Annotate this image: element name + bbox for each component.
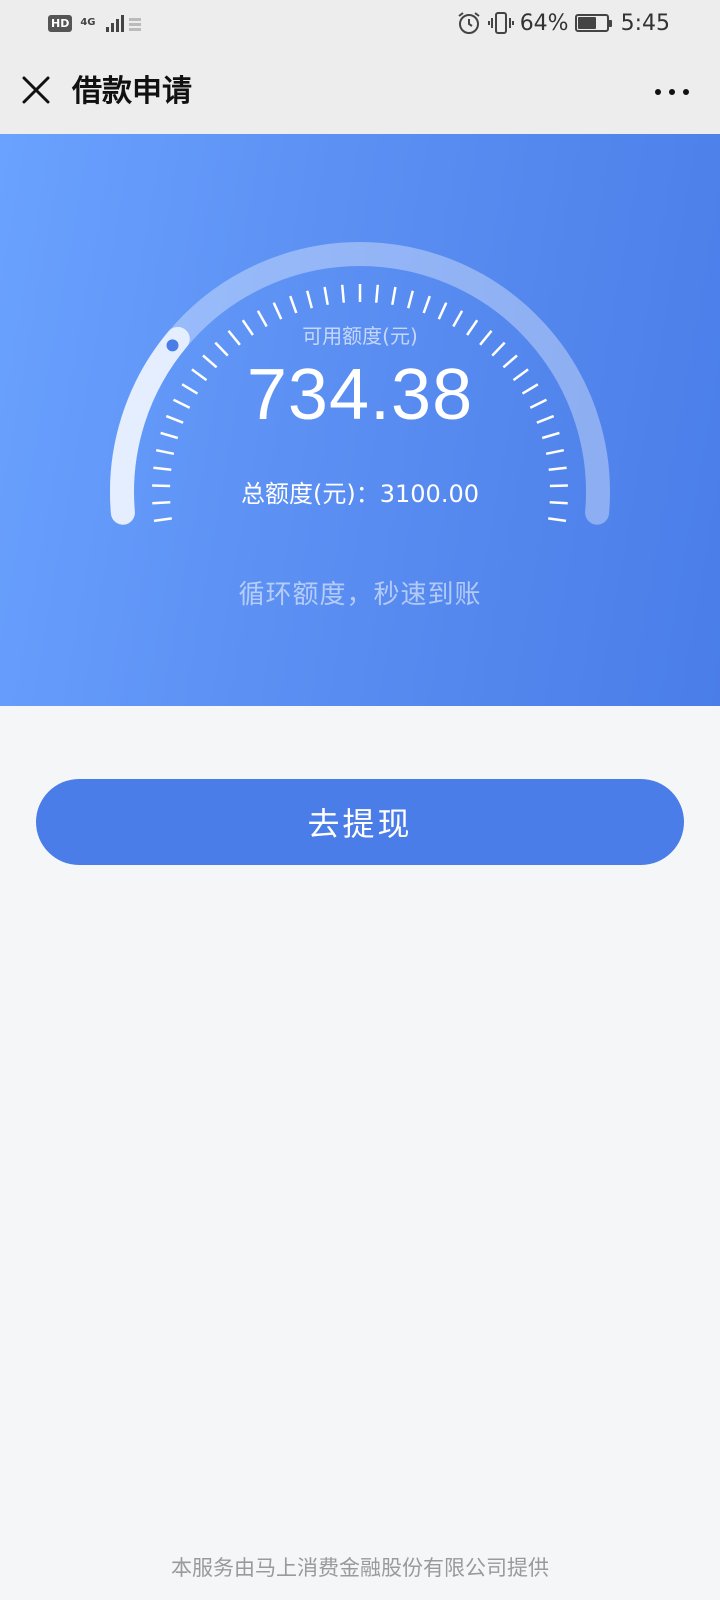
more-icon bbox=[655, 89, 689, 95]
signal-icon bbox=[105, 15, 141, 32]
gauge-tick bbox=[374, 284, 380, 303]
credit-panel: 可用额度(元) 734.38 总额度(元)：3100.00 循环额度，秒速到账 bbox=[0, 134, 720, 706]
battery-percent: 64% bbox=[519, 10, 569, 36]
gauge-tick bbox=[272, 302, 283, 320]
status-right: 64% 5:45 bbox=[456, 10, 670, 36]
gauge-tick bbox=[437, 302, 448, 320]
status-bar: HD 4G 64% 5:45 bbox=[0, 0, 720, 52]
gauge-tick bbox=[422, 295, 431, 314]
slogan: 循环额度，秒速到账 bbox=[238, 580, 482, 610]
battery-icon bbox=[574, 14, 612, 32]
alarm-icon bbox=[458, 12, 480, 34]
battery-fill bbox=[577, 17, 596, 29]
gauge-tick bbox=[153, 466, 172, 472]
close-icon bbox=[22, 76, 50, 104]
withdraw-button[interactable]: 去提现 bbox=[36, 779, 684, 865]
more-button[interactable] bbox=[648, 74, 696, 110]
gauge-tick bbox=[548, 466, 567, 472]
network-label: 4G bbox=[80, 17, 96, 28]
gauge-tick bbox=[305, 290, 314, 309]
total-credit: 总额度(元)：3100.00 bbox=[0, 474, 720, 509]
total-label: 总额度(元)： bbox=[241, 480, 380, 508]
vibrate-icon bbox=[487, 12, 514, 34]
available-amount: 734.38 bbox=[246, 355, 474, 435]
gauge-tick bbox=[545, 448, 565, 456]
total-amount: 3100.00 bbox=[379, 480, 479, 508]
provider-footer: 本服务由马上消费金融股份有限公司提供 bbox=[171, 1556, 549, 1580]
page-title: 借款申请 bbox=[72, 74, 192, 109]
close-button[interactable] bbox=[18, 72, 54, 108]
status-left: HD 4G bbox=[48, 12, 144, 34]
gauge-tick bbox=[406, 290, 415, 309]
gauge-tick bbox=[289, 295, 298, 314]
nav-bar: 借款申请 bbox=[0, 52, 720, 134]
hd-badge: HD bbox=[48, 14, 73, 32]
gauge-tick bbox=[153, 517, 172, 523]
available-label: 可用额度(元) bbox=[302, 324, 418, 348]
gauge-tick bbox=[155, 448, 175, 456]
clock: 5:45 bbox=[620, 10, 670, 36]
gauge-tick bbox=[548, 517, 567, 523]
gauge-tick bbox=[391, 286, 397, 306]
gauge-tick bbox=[340, 284, 346, 303]
gauge-tick bbox=[323, 286, 329, 306]
